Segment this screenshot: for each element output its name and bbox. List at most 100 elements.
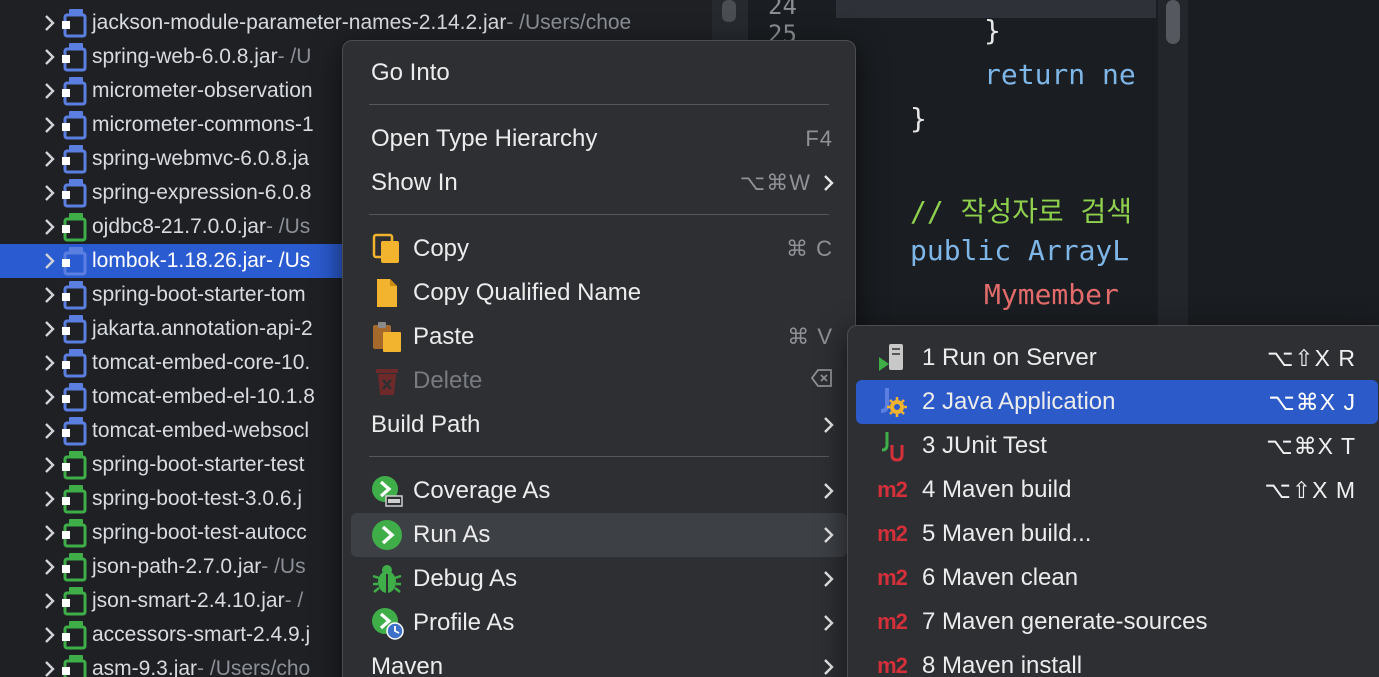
chevron-right-icon[interactable]: [0, 422, 60, 440]
submenu-item-label: 4 Maven build: [922, 476, 1072, 503]
menu-item-open-type-hierarchy[interactable]: Open Type Hierarchy F4: [351, 117, 847, 161]
chevron-right-icon[interactable]: [0, 592, 60, 610]
menu-item-label: Open Type Hierarchy: [371, 125, 598, 152]
jar-icon: [60, 348, 88, 378]
chevron-right-icon: [817, 614, 841, 632]
menu-item-debug-as[interactable]: Debug As: [351, 557, 847, 601]
jar-icon: [60, 586, 88, 616]
chevron-right-icon: [817, 526, 841, 544]
jar-icon: [60, 42, 88, 72]
jar-icon: [60, 280, 88, 310]
tree-item-path: - /Us: [265, 215, 311, 238]
chevron-right-icon: [817, 658, 841, 676]
submenu-item-shortcut: ⌥⌘X J: [1268, 388, 1356, 415]
chevron-right-icon[interactable]: [0, 354, 60, 372]
menu-item-show-in[interactable]: Show In ⌥⌘W: [351, 161, 847, 205]
chevron-right-icon[interactable]: [0, 626, 60, 644]
jar-icon: [60, 518, 88, 548]
menu-item-paste[interactable]: Paste ⌘ V: [351, 315, 847, 359]
jar-icon: [60, 178, 88, 208]
chevron-right-icon[interactable]: [0, 116, 60, 134]
chevron-right-icon[interactable]: [0, 252, 60, 270]
menu-item-run-as[interactable]: Run As: [351, 513, 847, 557]
document-icon: [369, 275, 405, 311]
menu-item-label: Go Into: [371, 59, 450, 86]
jar-icon: [60, 144, 88, 174]
menu-item-copy[interactable]: Copy ⌘ C: [351, 227, 847, 271]
menu-separator: [369, 456, 829, 457]
menu-item-shortcut: F4: [805, 126, 833, 151]
tree-item-path: - /Users/cho: [197, 657, 311, 677]
menu-item-maven[interactable]: Maven: [351, 645, 847, 677]
menu-item-label: Copy Qualified Name: [413, 279, 642, 306]
tree-item-name: tomcat-embed-websocl: [92, 419, 310, 442]
profile-icon: [369, 605, 405, 641]
jar-icon: [60, 8, 88, 38]
submenu-item-java-application[interactable]: 2 Java Application ⌥⌘X J: [856, 380, 1378, 424]
coverage-icon: [369, 473, 405, 509]
submenu-item-shortcut: ⌥⇧X M: [1264, 476, 1356, 503]
chevron-right-icon[interactable]: [0, 388, 60, 406]
jar-icon: [60, 484, 88, 514]
editor-scroll-thumb[interactable]: [1166, 0, 1180, 44]
menu-separator: [369, 214, 829, 215]
menu-item-shortcut: ⌘ C: [786, 236, 833, 261]
chevron-right-icon[interactable]: [0, 150, 60, 168]
submenu-item-label: 7 Maven generate-sources: [922, 608, 1208, 635]
junit-icon: [872, 428, 912, 464]
submenu-item-junit-test[interactable]: 3 JUnit Test ⌥⌘X T: [856, 424, 1378, 468]
chevron-right-icon[interactable]: [0, 286, 60, 304]
chevron-right-icon[interactable]: [0, 14, 60, 32]
jar-icon: [60, 416, 88, 446]
menu-item-shortcut: ⌥⌘W: [739, 170, 811, 195]
submenu-item-label: 8 Maven install: [922, 652, 1083, 677]
menu-item-profile-as[interactable]: Profile As: [351, 601, 847, 645]
chevron-right-icon[interactable]: [0, 558, 60, 576]
submenu-item-maven-build-dialog[interactable]: m2 5 Maven build...: [856, 512, 1378, 556]
menu-item-label: Coverage As: [413, 477, 551, 504]
submenu-item-maven-build[interactable]: m2 4 Maven build ⌥⇧X M: [856, 468, 1378, 512]
menu-item-delete: Delete: [351, 359, 847, 403]
chevron-right-icon[interactable]: [0, 524, 60, 542]
tree-item-name: json-smart-2.4.10.jar: [92, 589, 285, 612]
paste-icon: [369, 319, 405, 355]
submenu-item-maven-generate-sources[interactable]: m2 7 Maven generate-sources: [856, 600, 1378, 644]
jar-icon: [60, 382, 88, 412]
code-line: }: [910, 102, 927, 135]
menu-item-go-into[interactable]: Go Into: [351, 51, 847, 95]
code-line: Mymember: [984, 278, 1119, 311]
java-app-icon: [872, 384, 912, 420]
chevron-right-icon[interactable]: [0, 48, 60, 66]
chevron-right-icon[interactable]: [0, 218, 60, 236]
jar-icon: [60, 246, 88, 276]
menu-item-label: Build Path: [371, 411, 481, 438]
tree-item-path: - /: [284, 589, 304, 612]
run-as-submenu: 1 Run on Server ⌥⇧X R 2 Java Application…: [847, 325, 1379, 677]
menu-item-shortcut: ⌘ V: [787, 324, 833, 349]
chevron-right-icon[interactable]: [0, 82, 60, 100]
submenu-item-label: 1 Run on Server: [922, 344, 1097, 371]
context-menu: Go Into Open Type Hierarchy F4 Show In ⌥…: [342, 40, 856, 677]
chevron-right-icon[interactable]: [0, 184, 60, 202]
code-comment: // 작성자로 검색: [910, 195, 1132, 228]
menu-item-coverage-as[interactable]: Coverage As: [351, 469, 847, 513]
menu-item-label: Show In: [371, 169, 458, 196]
chevron-right-icon[interactable]: [0, 660, 60, 677]
code-line: public ArrayL: [910, 234, 1130, 267]
tree-item[interactable]: jackson-module-parameter-names-2.14.2.ja…: [0, 6, 720, 40]
submenu-item-maven-install[interactable]: m2 8 Maven install: [856, 644, 1378, 677]
submenu-item-run-on-server[interactable]: 1 Run on Server ⌥⇧X R: [856, 336, 1378, 380]
tree-item-name: micrometer-commons-1: [92, 113, 314, 136]
chevron-right-icon[interactable]: [0, 456, 60, 474]
bug-icon: [369, 561, 405, 597]
code-line: }: [984, 14, 1001, 47]
maven-m2-icon: m2: [877, 477, 908, 502]
menu-item-label: Profile As: [413, 609, 515, 636]
chevron-right-icon[interactable]: [0, 490, 60, 508]
chevron-right-icon[interactable]: [0, 320, 60, 338]
submenu-item-maven-clean[interactable]: m2 6 Maven clean: [856, 556, 1378, 600]
menu-item-copy-qualified-name[interactable]: Copy Qualified Name: [351, 271, 847, 315]
tree-scroll-thumb[interactable]: [722, 0, 736, 22]
tree-item-name: jackson-module-parameter-names-2.14.2.ja…: [92, 11, 507, 34]
menu-item-build-path[interactable]: Build Path: [351, 403, 847, 447]
